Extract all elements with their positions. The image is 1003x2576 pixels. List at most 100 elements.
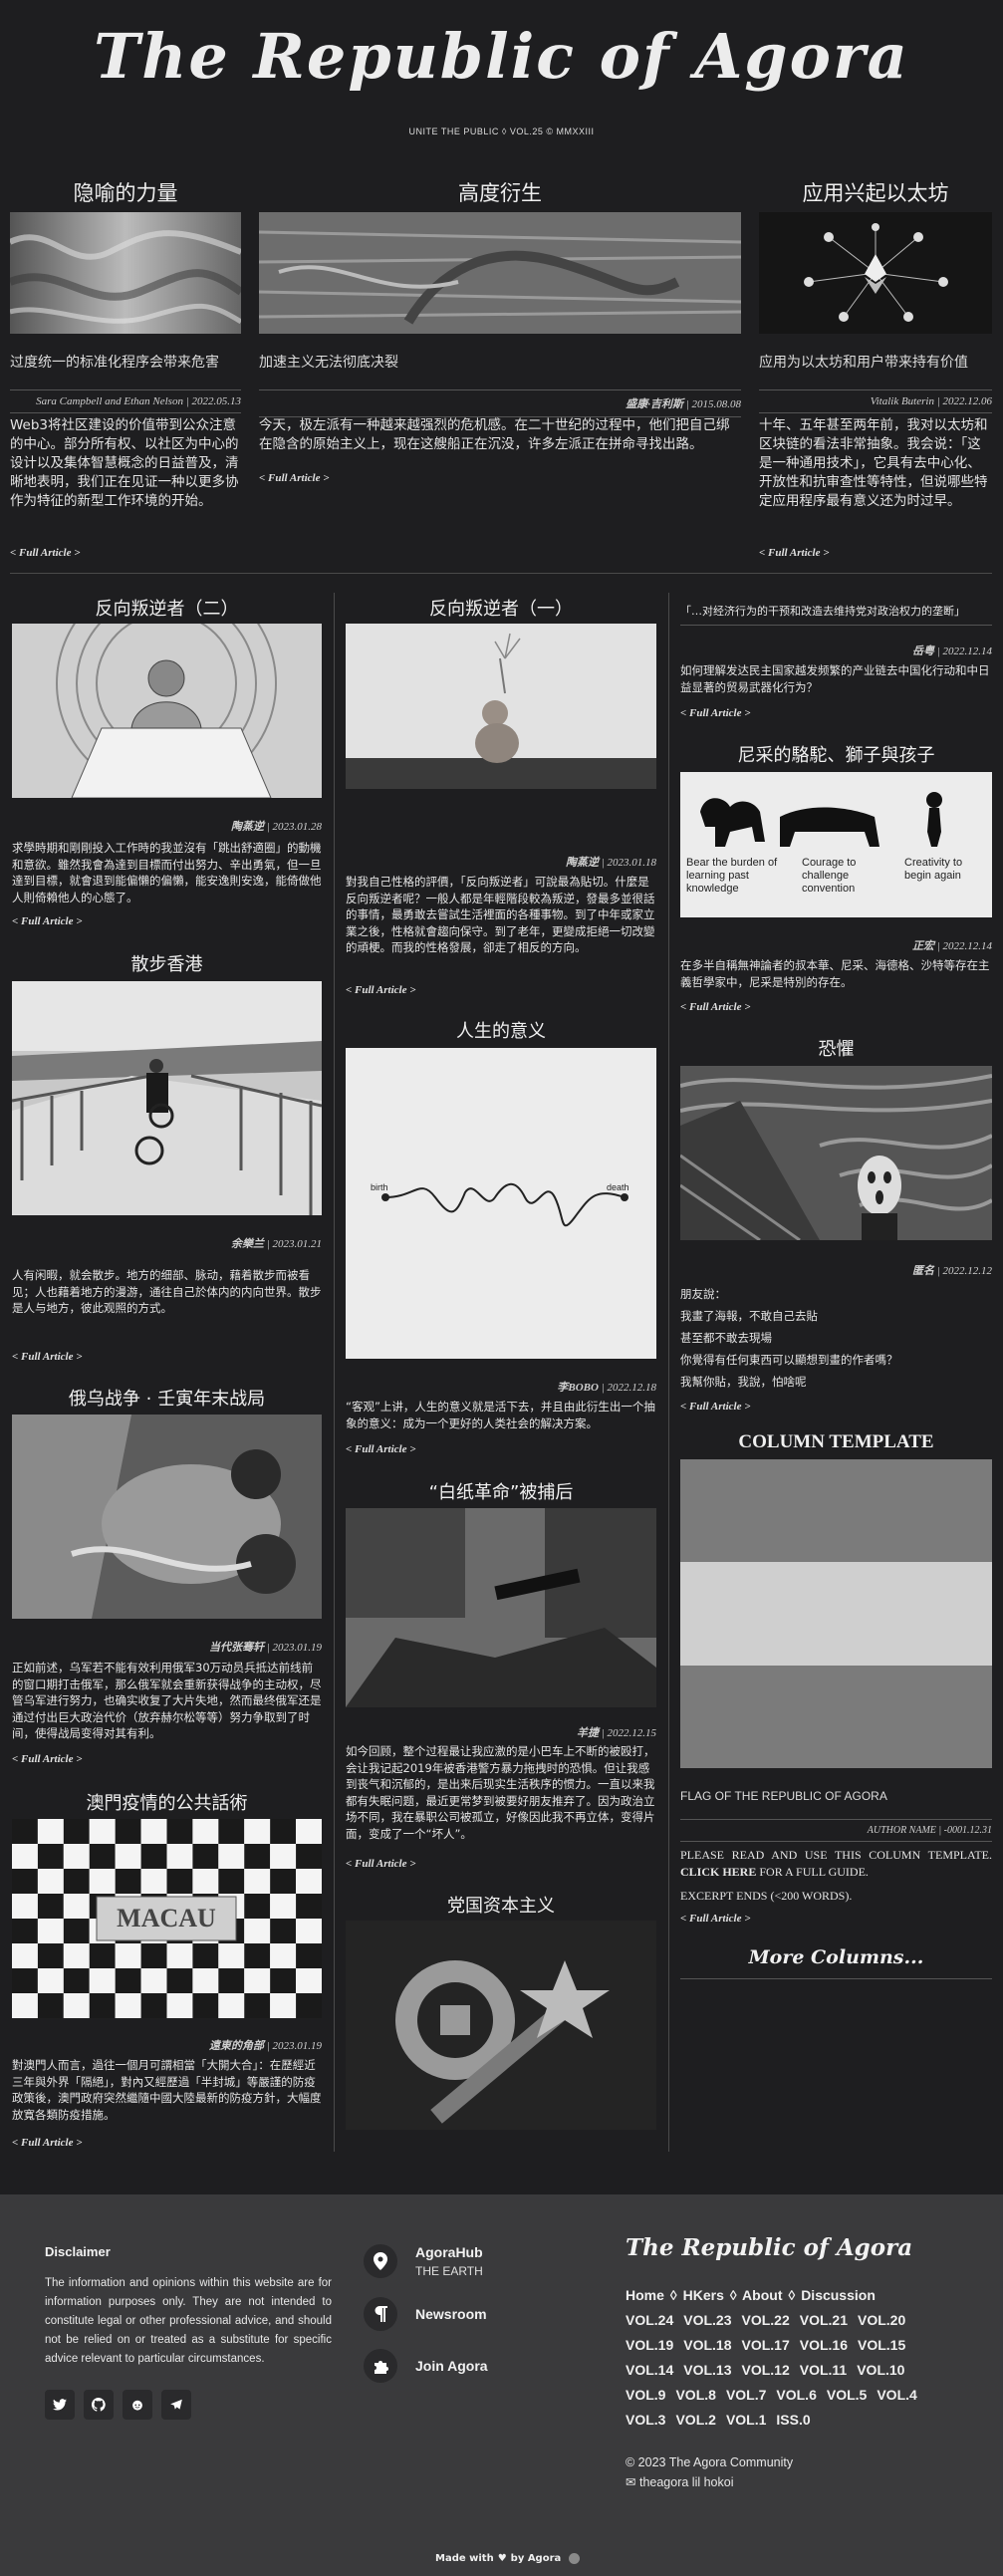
article-image[interactable] [259,212,741,334]
volume-link[interactable]: VOL.8 [675,2383,715,2408]
full-article-link[interactable]: < Full Article > [12,1351,83,1363]
volume-link[interactable]: VOL.1 [726,2408,766,2433]
footer-nav-join[interactable]: Join Agora [364,2349,488,2383]
full-article-link[interactable]: < Full Article > [12,2137,83,2149]
footer-nav-agorahub[interactable]: AgoraHub THE EARTH [364,2244,483,2278]
volume-link[interactable]: VOL.13 [683,2358,731,2383]
article-title[interactable]: 澳門疫情的公共話術 [12,1789,322,1815]
article-title[interactable]: 反向叛逆者（二） [12,595,322,621]
article-image[interactable]: MACAU [12,1819,322,2018]
column-divider [334,593,335,2152]
volume-link[interactable]: VOL.4 [877,2383,916,2408]
click-here-link[interactable]: CLICK HERE [680,1865,756,1879]
twitter-icon[interactable] [45,2390,75,2420]
article-lead: 过度统一的标准化程序会带来危害 [10,355,219,371]
full-article-link[interactable]: < Full Article > [346,984,416,996]
contact-line: ✉ theagora lil hokoi [626,2475,734,2489]
telegram-icon[interactable] [161,2390,191,2420]
volume-link[interactable]: VOL.10 [857,2358,904,2383]
volume-link[interactable]: VOL.11 [800,2358,847,2383]
article-title[interactable]: 俄乌战争 · 壬寅年末战局 [12,1385,322,1411]
social-links [45,2390,191,2420]
volume-link[interactable]: VOL.2 [675,2408,715,2433]
volume-link[interactable]: VOL.14 [626,2358,673,2383]
article-title[interactable]: 散步香港 [12,950,322,976]
full-article-link[interactable]: < Full Article > [680,1001,751,1013]
article-image[interactable] [12,981,322,1215]
article-image[interactable]: Bear the burden of learning past knowled… [680,772,992,917]
full-article-link[interactable]: < Full Article > [12,915,83,927]
article-title[interactable]: COLUMN TEMPLATE [680,1431,992,1453]
full-article-link[interactable]: < Full Article > [346,1858,416,1870]
volume-link[interactable]: VOL.5 [827,2383,867,2408]
birth-label: birth [371,1182,388,1192]
article-title[interactable]: 恐懼 [680,1035,992,1061]
volume-link[interactable]: ISS.0 [776,2408,810,2433]
volume-link[interactable]: VOL.3 [626,2408,665,2433]
volume-link[interactable]: VOL.17 [742,2333,790,2358]
flag-image[interactable] [680,1459,992,1768]
article-image[interactable] [12,624,322,798]
more-columns-link[interactable]: More Columns... [680,1946,992,1979]
volume-link[interactable]: VOL.19 [626,2333,673,2358]
article-title[interactable]: “白纸革命”被捕后 [346,1478,656,1504]
site-title[interactable]: The Republic of Agora [0,20,1003,93]
article-title[interactable]: 高度衍生 [259,177,741,207]
footer-link-about[interactable]: About [742,2287,782,2303]
article-image[interactable]: birth death [346,1048,656,1359]
article-image[interactable] [10,212,241,334]
volume-link[interactable]: VOL.23 [683,2308,731,2333]
volume-link[interactable]: VOL.16 [800,2333,848,2358]
paragraph-icon [364,2297,397,2331]
article-lead: 加速主义无法彻底决裂 [259,355,398,371]
full-article-link[interactable]: < Full Article > [680,1913,751,1925]
volume-link[interactable]: VOL.20 [858,2308,905,2333]
footer: Disclaimer The information and opinions … [0,2194,1003,2576]
volume-link[interactable]: VOL.18 [683,2333,731,2358]
volume-link[interactable]: VOL.12 [742,2358,790,2383]
reddit-icon[interactable] [123,2390,152,2420]
full-article-link[interactable]: < Full Article > [346,1443,416,1455]
full-article-link[interactable]: < Full Article > [259,472,330,484]
footer-link-discussion[interactable]: Discussion [801,2287,876,2303]
volume-link[interactable]: VOL.7 [726,2383,766,2408]
full-article-link[interactable]: < Full Article > [10,547,81,559]
article-title[interactable]: 应用兴起以太坊 [759,177,992,207]
article-image[interactable] [759,212,992,334]
article-image[interactable] [346,1508,656,1707]
article-image[interactable] [346,1921,656,2130]
divider [10,573,992,574]
mail-icon: ✉ [626,2475,636,2489]
article-image[interactable] [680,1066,992,1240]
volume-link[interactable]: VOL.22 [742,2308,790,2333]
volume-links: VOL.24 VOL.23 VOL.22 VOL.21 VOL.20VOL.19 VOL.… [626,2308,964,2433]
full-article-link[interactable]: < Full Article > [680,707,751,719]
quote-headline[interactable]: 「…对经济行为的干预和改造去维持党对政治权力的垄断」 [680,603,992,626]
full-article-link[interactable]: < Full Article > [680,1401,751,1413]
made-with: Made with ♥ by Agora [435,2553,581,2564]
footer-brand[interactable]: The Republic of Agora [626,2234,912,2261]
volume-link[interactable]: VOL.24 [626,2308,673,2333]
volume-link[interactable]: VOL.6 [776,2383,816,2408]
footer-nav-newsroom[interactable]: Newsroom [364,2297,487,2331]
github-icon[interactable] [84,2390,114,2420]
full-article-link[interactable]: < Full Article > [12,1753,83,1765]
article-title[interactable]: 反向叛逆者（一） [346,595,656,621]
template-instructions: PLEASE READ AND USE THIS COLUMN TEMPLATE… [680,1848,992,1879]
article-image[interactable] [346,624,656,789]
article-image[interactable] [12,1415,322,1619]
article-title[interactable]: 党国资本主义 [346,1892,656,1918]
volume-link[interactable]: VOL.15 [858,2333,905,2358]
article-excerpt: 人有闲暇，就会散步。地方的细部、脉动，藉着散步而被看见；人也藉着地方的漫游，通往… [12,1268,322,1315]
article-lead: 应用为以太坊和用户带来持有价值 [759,355,968,371]
volume-link[interactable]: VOL.21 [800,2308,848,2333]
article-title[interactable]: 人生的意义 [346,1017,656,1043]
heart-icon: ♥ [497,2553,507,2564]
footer-link-hkers[interactable]: HKers [683,2287,724,2303]
volume-link[interactable]: VOL.9 [626,2383,665,2408]
article-title[interactable]: 隐喻的力量 [10,177,241,207]
article-meta: Sara Campbell and Ethan Nelson | 2022.05… [10,389,241,413]
full-article-link[interactable]: < Full Article > [759,547,830,559]
footer-link-home[interactable]: Home [626,2287,664,2303]
article-title[interactable]: 尼采的駱駝、獅子與孩子 [680,741,992,767]
